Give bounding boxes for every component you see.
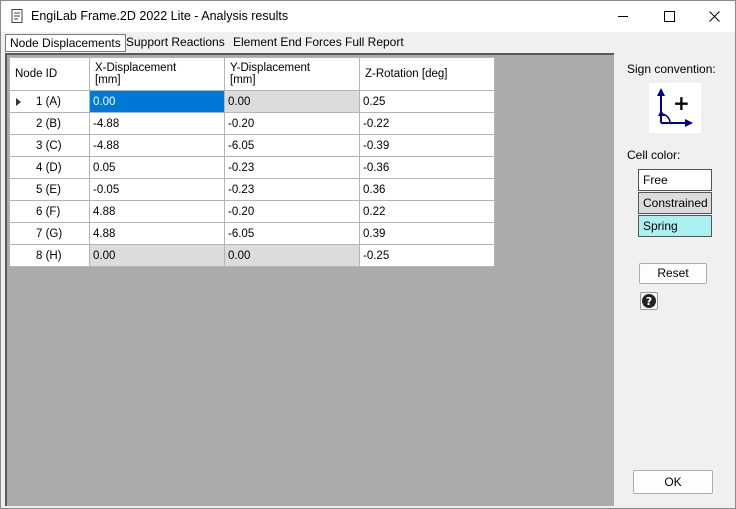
svg-text:?: ? bbox=[646, 295, 652, 308]
minimize-button[interactable] bbox=[600, 1, 646, 32]
y-displacement-cell[interactable]: -0.20 bbox=[224, 112, 360, 135]
node-id-cell[interactable]: 2 (B) bbox=[9, 112, 90, 135]
column-header-y-displacement[interactable]: Y-Displacement [mm] bbox=[224, 57, 360, 91]
z-rotation-cell[interactable]: 0.36 bbox=[359, 178, 495, 201]
node-id-cell[interactable]: 7 (G) bbox=[9, 222, 90, 245]
node-id-cell[interactable]: 5 (E) bbox=[9, 178, 90, 201]
table-row[interactable]: 2 (B) -4.88 -0.20 -0.22 bbox=[9, 112, 495, 135]
y-displacement-cell[interactable]: -6.05 bbox=[224, 222, 360, 245]
x-displacement-cell[interactable]: 0.00 bbox=[89, 244, 225, 267]
title-bar: EngiLab Frame.2D 2022 Lite - Analysis re… bbox=[1, 1, 735, 32]
cell-color-label: Cell color: bbox=[627, 148, 681, 162]
node-id-cell[interactable]: 6 (F) bbox=[9, 200, 90, 223]
column-header-z-rotation[interactable]: Z-Rotation [deg] bbox=[359, 57, 495, 91]
tab-node-displacements[interactable]: Node Displacements bbox=[5, 34, 126, 52]
node-displacements-table: Node ID X-Displacement [mm] Y-Displacemen… bbox=[9, 57, 495, 267]
z-rotation-cell[interactable]: -0.36 bbox=[359, 156, 495, 179]
help-button[interactable]: ? bbox=[640, 292, 658, 310]
table-row[interactable]: 6 (F) 4.88 -0.20 0.22 bbox=[9, 200, 495, 223]
legend-spring: Spring bbox=[638, 215, 712, 237]
row-pointer-icon bbox=[16, 98, 21, 106]
node-id-cell[interactable]: 4 (D) bbox=[9, 156, 90, 179]
column-header-node-id[interactable]: Node ID bbox=[9, 57, 90, 91]
table-row[interactable]: 5 (E) -0.05 -0.23 0.36 bbox=[9, 178, 495, 201]
ok-button[interactable]: OK bbox=[633, 470, 713, 494]
z-rotation-cell[interactable]: 0.22 bbox=[359, 200, 495, 223]
analysis-results-window: EngiLab Frame.2D 2022 Lite - Analysis re… bbox=[0, 0, 736, 509]
tab-support-reactions[interactable]: Support Reactions bbox=[122, 34, 229, 52]
maximize-icon bbox=[663, 11, 675, 22]
z-rotation-cell[interactable]: 0.39 bbox=[359, 222, 495, 245]
node-id-cell[interactable]: 3 (C) bbox=[9, 134, 90, 157]
x-displacement-cell[interactable]: 0.00 bbox=[89, 90, 225, 113]
y-displacement-cell[interactable]: -0.20 bbox=[224, 200, 360, 223]
close-icon bbox=[708, 11, 720, 22]
z-rotation-cell[interactable]: -0.22 bbox=[359, 112, 495, 135]
y-displacement-cell[interactable]: -0.23 bbox=[224, 178, 360, 201]
table-row[interactable]: 1 (A) 0.00 0.00 0.25 bbox=[9, 90, 495, 113]
table-row[interactable]: 4 (D) 0.05 -0.23 -0.36 bbox=[9, 156, 495, 179]
legend-free: Free bbox=[638, 169, 712, 191]
y-displacement-cell[interactable]: 0.00 bbox=[224, 244, 360, 267]
z-rotation-cell[interactable]: -0.39 bbox=[359, 134, 495, 157]
x-displacement-cell[interactable]: -0.05 bbox=[89, 178, 225, 201]
help-icon: ? bbox=[642, 294, 656, 308]
x-displacement-cell[interactable]: -4.88 bbox=[89, 134, 225, 157]
y-displacement-cell[interactable]: -6.05 bbox=[224, 134, 360, 157]
tab-element-end-forces[interactable]: Element End Forces bbox=[229, 34, 346, 52]
table-row[interactable]: 3 (C) -4.88 -6.05 -0.39 bbox=[9, 134, 495, 157]
column-header-x-displacement[interactable]: X-Displacement [mm] bbox=[89, 57, 225, 91]
node-id-cell[interactable]: 8 (H) bbox=[9, 244, 90, 267]
x-displacement-cell[interactable]: 4.88 bbox=[89, 222, 225, 245]
document-icon bbox=[11, 9, 23, 23]
window-title: EngiLab Frame.2D 2022 Lite - Analysis re… bbox=[31, 9, 289, 23]
minimize-icon bbox=[617, 16, 628, 17]
close-button[interactable] bbox=[691, 1, 735, 32]
results-grid-area: Node ID X-Displacement [mm] Y-Displacemen… bbox=[5, 53, 614, 506]
sign-convention-axes-icon: + bbox=[657, 88, 693, 127]
z-rotation-cell[interactable]: 0.25 bbox=[359, 90, 495, 113]
z-rotation-cell[interactable]: -0.25 bbox=[359, 244, 495, 267]
table-row[interactable]: 8 (H) 0.00 0.00 -0.25 bbox=[9, 244, 495, 267]
tab-full-report[interactable]: Full Report bbox=[341, 34, 408, 52]
y-displacement-cell[interactable]: -0.23 bbox=[224, 156, 360, 179]
maximize-button[interactable] bbox=[646, 1, 692, 32]
table-header-row: Node ID X-Displacement [mm] Y-Displacemen… bbox=[9, 57, 495, 91]
node-id-cell[interactable]: 1 (A) bbox=[9, 90, 90, 113]
legend-constrained: Constrained bbox=[638, 192, 712, 214]
x-displacement-cell[interactable]: -4.88 bbox=[89, 112, 225, 135]
reset-button[interactable]: Reset bbox=[639, 263, 707, 284]
x-displacement-cell[interactable]: 0.05 bbox=[89, 156, 225, 179]
table-row[interactable]: 7 (G) 4.88 -6.05 0.39 bbox=[9, 222, 495, 245]
sign-convention-diagram: + bbox=[649, 83, 701, 133]
y-displacement-cell[interactable]: 0.00 bbox=[224, 90, 360, 113]
plus-sign: + bbox=[673, 91, 690, 115]
sign-convention-label: Sign convention: bbox=[627, 62, 716, 76]
x-displacement-cell[interactable]: 4.88 bbox=[89, 200, 225, 223]
